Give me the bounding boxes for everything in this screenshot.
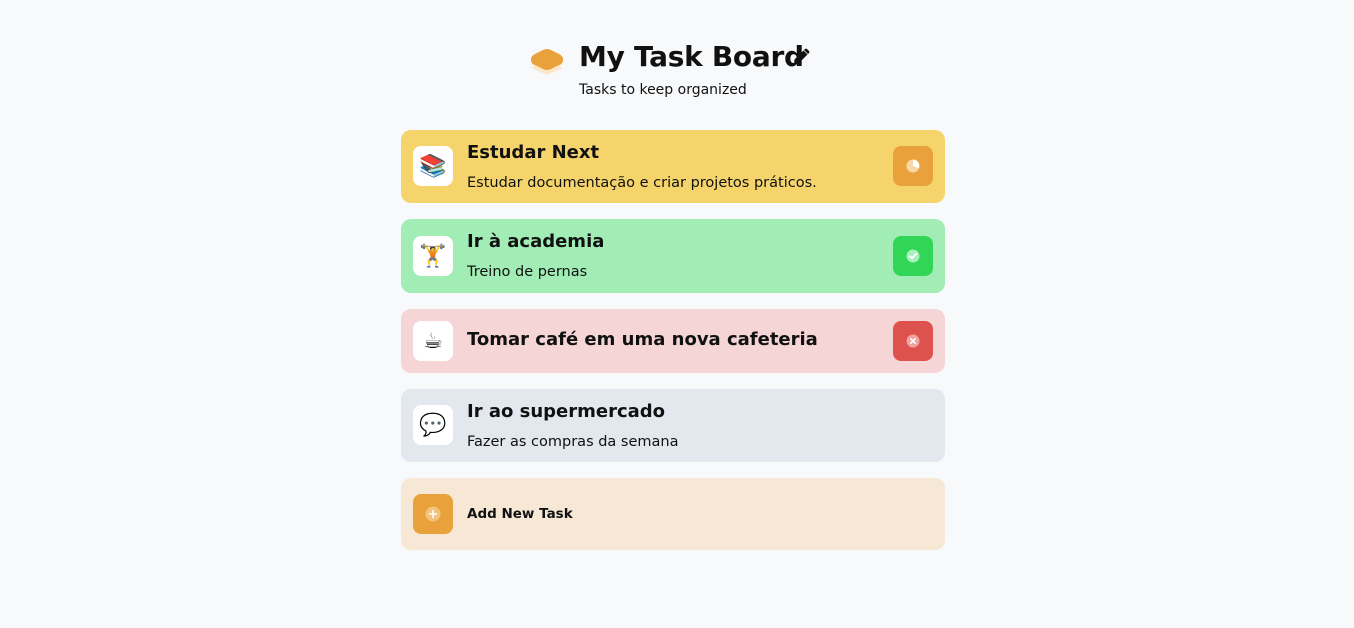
- weightlifter-icon: 🏋️: [413, 236, 453, 276]
- header: My Task Board Tasks to keep organized: [0, 0, 1354, 120]
- task-title: Estudar Next: [467, 142, 600, 163]
- task-title: Ir ao supermercado: [467, 401, 666, 422]
- stack-layers-icon: [531, 49, 563, 75]
- coffee-icon: ☕: [413, 321, 453, 361]
- task-card-in-progress[interactable]: 📚 Estudar Next Estudar documentação e cr…: [401, 130, 945, 203]
- task-description: Estudar documentação e criar projetos pr…: [467, 175, 817, 191]
- task-card-completed[interactable]: 🏋️ Ir à academia Treino de pernas: [401, 219, 945, 293]
- books-icon: 📚: [413, 146, 453, 186]
- page-title: My Task Board: [579, 40, 804, 73]
- task-card-todo[interactable]: 💬 Ir ao supermercado Fazer as compras da…: [401, 389, 945, 462]
- add-task-badge: [413, 494, 453, 534]
- speech-bubble-icon: 💬: [413, 405, 453, 445]
- add-new-task-button[interactable]: Add New Task: [401, 478, 945, 550]
- plus-icon: [425, 506, 441, 522]
- check-icon: [906, 249, 920, 263]
- status-wont-do-button[interactable]: [893, 321, 933, 361]
- clock-icon: [906, 159, 920, 173]
- task-description: Treino de pernas: [467, 264, 588, 280]
- task-emoji: 🏋️: [419, 243, 447, 269]
- task-emoji: ☕: [423, 328, 443, 354]
- task-emoji: 💬: [419, 412, 447, 438]
- page-subtitle: Tasks to keep organized: [579, 82, 747, 98]
- add-task-label: Add New Task: [467, 506, 573, 522]
- task-emoji: 📚: [419, 153, 447, 179]
- pencil-icon[interactable]: [791, 47, 811, 67]
- status-completed-button[interactable]: [893, 236, 933, 276]
- task-title: Tomar café em uma nova cafeteria: [467, 329, 818, 350]
- task-title: Ir à academia: [467, 231, 605, 252]
- close-icon: [906, 334, 920, 348]
- status-in-progress-button[interactable]: [893, 146, 933, 186]
- task-card-wont-do[interactable]: ☕ Tomar café em uma nova cafeteria: [401, 309, 945, 373]
- task-description: Fazer as compras da semana: [467, 434, 679, 450]
